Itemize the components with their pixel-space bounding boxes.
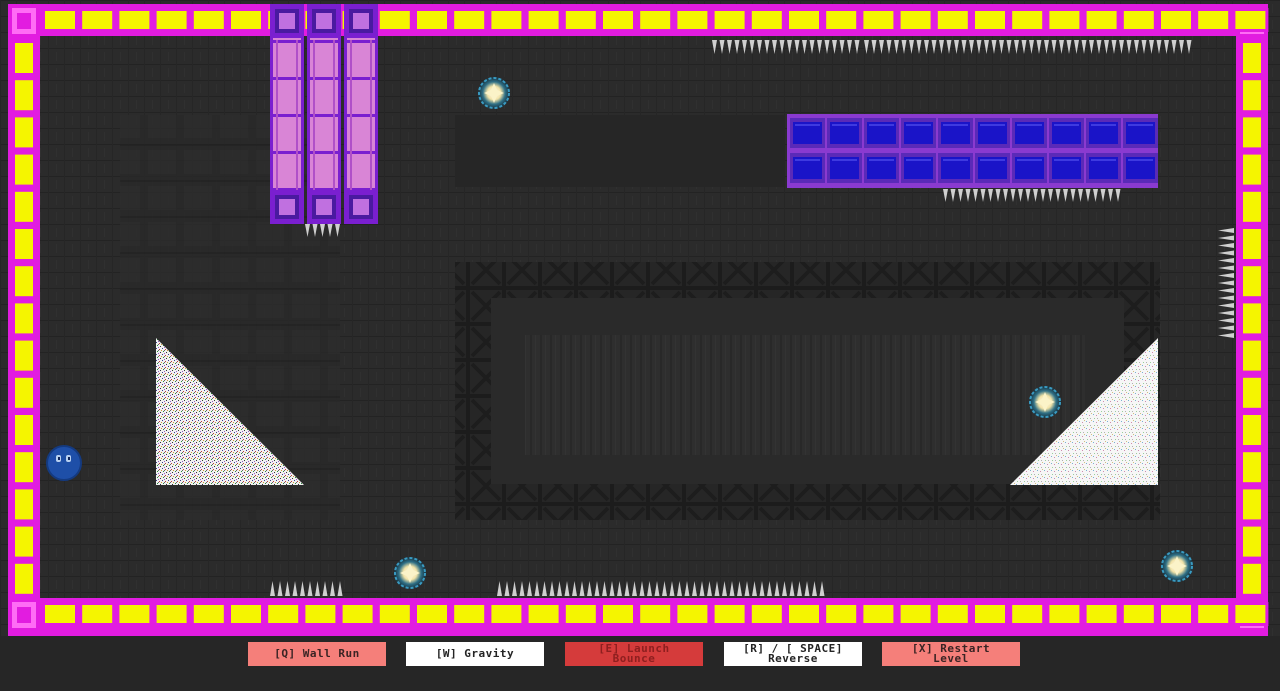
wall-run-button[interactable]: [Q] Wall Run	[248, 642, 386, 666]
game-canvas[interactable]	[0, 0, 1280, 636]
player-blob	[46, 445, 82, 481]
restart-level-button[interactable]: [X] Restart Level	[882, 642, 1020, 666]
pillar-blocks	[270, 4, 378, 224]
controls-bar: [Q] Wall Run [W] Gravity [E] Launch Boun…	[0, 636, 1280, 691]
reverse-button[interactable]: [R] / [ SPACE] Reverse	[724, 642, 862, 666]
blue-platform	[787, 114, 1158, 188]
launch-bounce-button[interactable]: [E] Launch Bounce	[565, 642, 703, 666]
gravity-button[interactable]: [W] Gravity	[406, 642, 544, 666]
